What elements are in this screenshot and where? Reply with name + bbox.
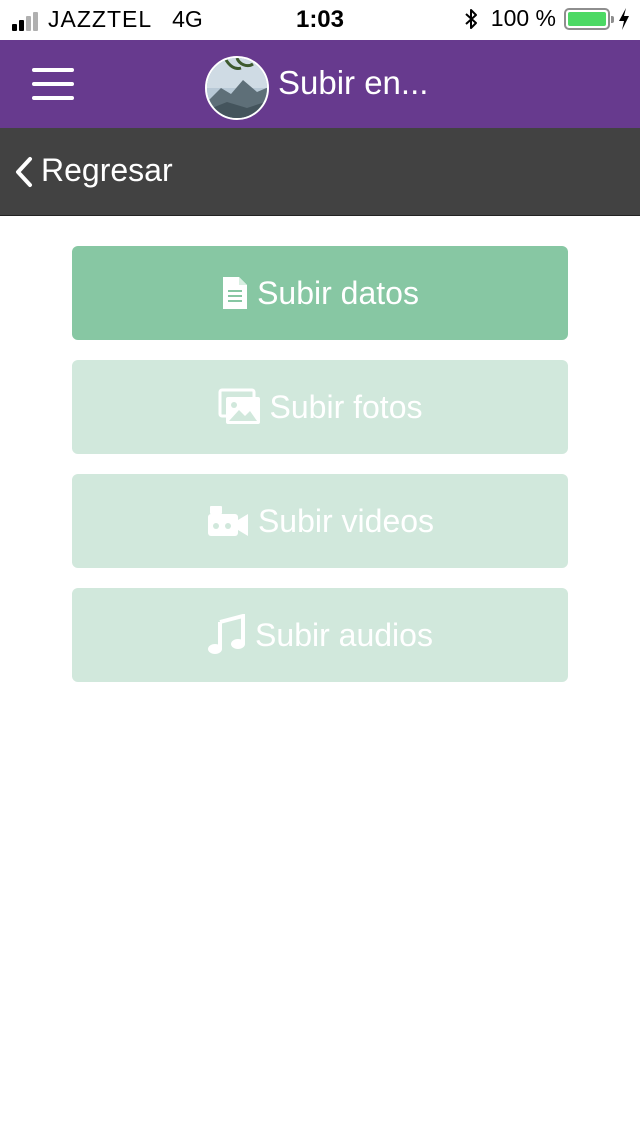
upload-actions: Subir datos Subir fotos Subir videos Sub…: [72, 246, 568, 702]
hamburger-icon[interactable]: [32, 68, 74, 100]
chevron-left-icon: [16, 157, 32, 187]
document-icon: [221, 275, 249, 311]
back-label: Regresar: [41, 152, 173, 188]
upload-audios-button[interactable]: Subir audios: [72, 588, 568, 682]
charging-bolt-icon: [619, 7, 629, 30]
action-label: Subir videos: [257, 502, 435, 539]
upload-data-button[interactable]: Subir datos: [72, 246, 568, 340]
status-right: 100 %: [463, 5, 630, 32]
battery-icon: [564, 7, 614, 30]
upload-photos-button[interactable]: Subir fotos: [72, 360, 568, 454]
battery-percent: 100 %: [490, 5, 556, 31]
video-camera-icon: [206, 504, 250, 538]
app-header: Subir en...: [0, 40, 640, 128]
bluetooth-icon: [465, 8, 477, 29]
back-button[interactable]: Regresar: [0, 128, 640, 216]
upload-videos-button[interactable]: Subir videos: [72, 474, 568, 568]
photos-icon: [218, 388, 262, 426]
avatar[interactable]: [205, 56, 269, 120]
music-note-icon: [207, 614, 247, 656]
action-label: Subir audios: [255, 616, 433, 653]
action-label: Subir fotos: [269, 388, 423, 425]
status-bar: JAZZTEL 4G 1:03 100 %: [0, 0, 640, 40]
page-title: Subir en...: [278, 64, 429, 101]
action-label: Subir datos: [257, 274, 419, 311]
battery-level: [568, 11, 606, 26]
